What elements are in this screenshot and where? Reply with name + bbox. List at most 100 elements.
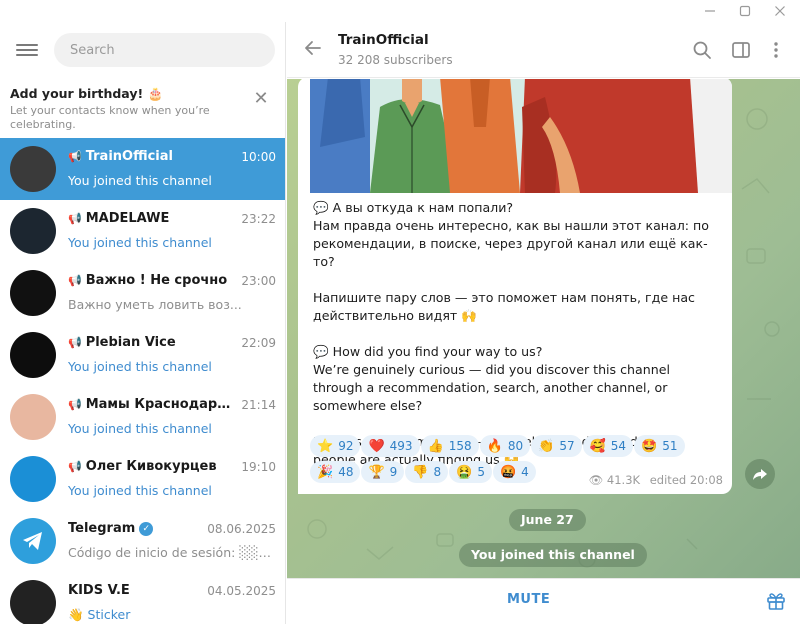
chat-list-item[interactable]: KIDS V.E 04.05.2025 👋 Sticker xyxy=(0,572,285,624)
reaction-chip[interactable]: 👍 158 xyxy=(420,435,479,457)
sidebar-toggle-icon[interactable] xyxy=(730,39,752,61)
window-titlebar xyxy=(0,0,800,22)
chat-preview: You joined this channel xyxy=(68,359,212,374)
chat-time: 19:10 xyxy=(241,460,276,474)
chat-name-text: Plebian Vice xyxy=(85,335,176,350)
minimize-icon[interactable] xyxy=(693,0,727,22)
channel-post-bubble[interactable]: 💬 А вы откуда к нам попали? Нам правда о… xyxy=(298,79,732,494)
subscriber-count: 32 208 subscribers xyxy=(338,53,453,67)
reaction-chip[interactable]: ⭐ 92 xyxy=(310,435,361,457)
avatar xyxy=(10,146,56,192)
post-illustration[interactable] xyxy=(310,79,732,193)
chat-name-text: Олег Кивокурцев xyxy=(85,459,217,474)
birthday-subtitle: Let your contacts know when you’re celeb… xyxy=(10,104,210,131)
chat-header: TrainOfficial 32 208 subscribers xyxy=(287,22,800,78)
chat-preview: You joined this channel xyxy=(68,173,212,188)
chat-list-item[interactable]: 📢Мамы Краснодара | ... 21:14 You joined th… xyxy=(0,386,285,448)
reaction-chip[interactable]: 👏 57 xyxy=(531,435,582,457)
megaphone-icon: 📢 xyxy=(68,336,82,349)
megaphone-icon: 📢 xyxy=(68,212,82,225)
avatar xyxy=(10,270,56,316)
avatar xyxy=(10,580,56,624)
reaction-emoji: 🥰 xyxy=(589,438,606,454)
reaction-chip[interactable]: 🤩 51 xyxy=(634,435,685,457)
megaphone-icon: 📢 xyxy=(68,398,82,411)
reaction-count: 51 xyxy=(662,439,678,453)
chat-time: 10:00 xyxy=(241,150,276,164)
reaction-chip[interactable]: 🏆 9 xyxy=(361,461,405,483)
reaction-count: 92 xyxy=(338,439,354,453)
chat-list-item[interactable]: 📢 Важно ! Не срочно 23:00 Важно уметь ловит… xyxy=(0,262,285,324)
reaction-emoji: ⭐ xyxy=(317,438,334,454)
reaction-chip[interactable]: ❤️ 493 xyxy=(361,435,420,457)
reaction-emoji: ❤️ xyxy=(368,438,385,454)
avatar xyxy=(10,518,56,564)
reaction-chip[interactable]: 👎 8 xyxy=(405,461,449,483)
hamburger-menu-icon[interactable] xyxy=(14,40,40,62)
reaction-chip[interactable]: 🤮 5 xyxy=(449,461,492,483)
chat-time: 08.06.2025 xyxy=(207,522,276,536)
megaphone-icon: 📢 xyxy=(68,150,82,163)
chat-name-text: Telegram xyxy=(68,521,136,536)
chat-background: 💬 А вы откуда к нам попали? Нам правда о… xyxy=(287,79,800,578)
chat-name-text: KIDS V.E xyxy=(68,583,130,598)
maximize-icon[interactable] xyxy=(728,0,762,22)
date-separator: June 27 xyxy=(509,509,586,531)
reaction-emoji: 🎉 xyxy=(317,464,334,480)
chat-list-item[interactable]: 📢 MADELAWE 23:22 You joined this channel xyxy=(0,200,285,262)
service-message: You joined this channel xyxy=(459,543,647,567)
chat-name: 📢Мамы Краснодара | ... xyxy=(68,397,236,412)
edited-label: edited 20:08 xyxy=(649,473,723,487)
reaction-chip[interactable]: 🥰 54 xyxy=(582,435,634,457)
chat-preview: Código de inicio de sesión: ░░░░░ xyxy=(68,545,276,560)
reaction-emoji: 🤮 xyxy=(456,464,473,480)
avatar xyxy=(10,394,56,440)
verified-icon: ✓ xyxy=(139,522,154,536)
chat-name-text: MADELAWE xyxy=(85,211,170,226)
chat-preview: Важно уметь ловить воз... xyxy=(68,297,242,312)
more-options-icon[interactable] xyxy=(765,39,787,61)
reaction-count: 158 xyxy=(448,439,472,453)
reaction-chip[interactable]: 🤬 4 xyxy=(492,461,536,483)
chat-name: 📢 TrainOfficial xyxy=(68,149,236,164)
chat-time: 23:22 xyxy=(241,212,276,226)
megaphone-icon: 📢 xyxy=(68,460,82,473)
chat-preview: You joined this channel xyxy=(68,483,212,498)
channel-title[interactable]: TrainOfficial xyxy=(338,32,429,48)
chat-name: 📢 Plebian Vice xyxy=(68,335,236,350)
reaction-count: 48 xyxy=(338,465,354,479)
close-icon[interactable] xyxy=(763,0,797,22)
chat-list-item[interactable]: 📢 TrainOfficial 10:00 You joined this chann… xyxy=(0,138,285,200)
chat-name: 📢 MADELAWE xyxy=(68,211,236,226)
birthday-banner[interactable]: Add your birthday! 🎂 Let your contacts k… xyxy=(0,80,285,138)
avatar xyxy=(10,208,56,254)
avatar xyxy=(10,332,56,378)
birthday-title: Add your birthday! 🎂 xyxy=(10,86,164,101)
reaction-emoji: 👏 xyxy=(538,438,555,454)
share-icon[interactable] xyxy=(745,459,775,489)
chat-name-text: TrainOfficial xyxy=(85,149,173,164)
reaction-emoji: 🔥 xyxy=(486,438,503,454)
reaction-emoji: 🤬 xyxy=(499,464,517,480)
chat-preview: 👋 Sticker xyxy=(68,607,131,622)
chat-list-item[interactable]: Telegram ✓ 08.06.2025 Código de inicio de s… xyxy=(0,510,285,572)
mute-button[interactable]: MUTE xyxy=(507,592,550,607)
chat-list-item[interactable]: 📢 Олег Кивокурцев 19:10 You joined this cha… xyxy=(0,448,285,510)
reaction-count: 8 xyxy=(433,465,442,479)
chat-list-item[interactable]: 📢 Plebian Vice 22:09 You joined this channe… xyxy=(0,324,285,386)
reaction-count: 80 xyxy=(507,439,524,453)
gift-icon[interactable] xyxy=(765,590,787,612)
reaction-count: 9 xyxy=(389,465,398,479)
close-icon[interactable]: ✕ xyxy=(252,90,270,108)
reaction-count: 493 xyxy=(389,439,413,453)
reaction-count: 54 xyxy=(610,439,627,453)
channel-footer: MUTE xyxy=(287,578,800,624)
reaction-chip[interactable]: 🎉 48 xyxy=(310,461,361,483)
chat-time: 22:09 xyxy=(241,336,276,350)
megaphone-icon: 📢 xyxy=(68,274,82,287)
reaction-emoji: 🤩 xyxy=(641,438,658,454)
search-icon[interactable] xyxy=(691,39,713,61)
back-arrow-icon[interactable] xyxy=(303,38,325,60)
reaction-chip[interactable]: 🔥 80 xyxy=(479,435,531,457)
search-input[interactable] xyxy=(54,33,275,67)
